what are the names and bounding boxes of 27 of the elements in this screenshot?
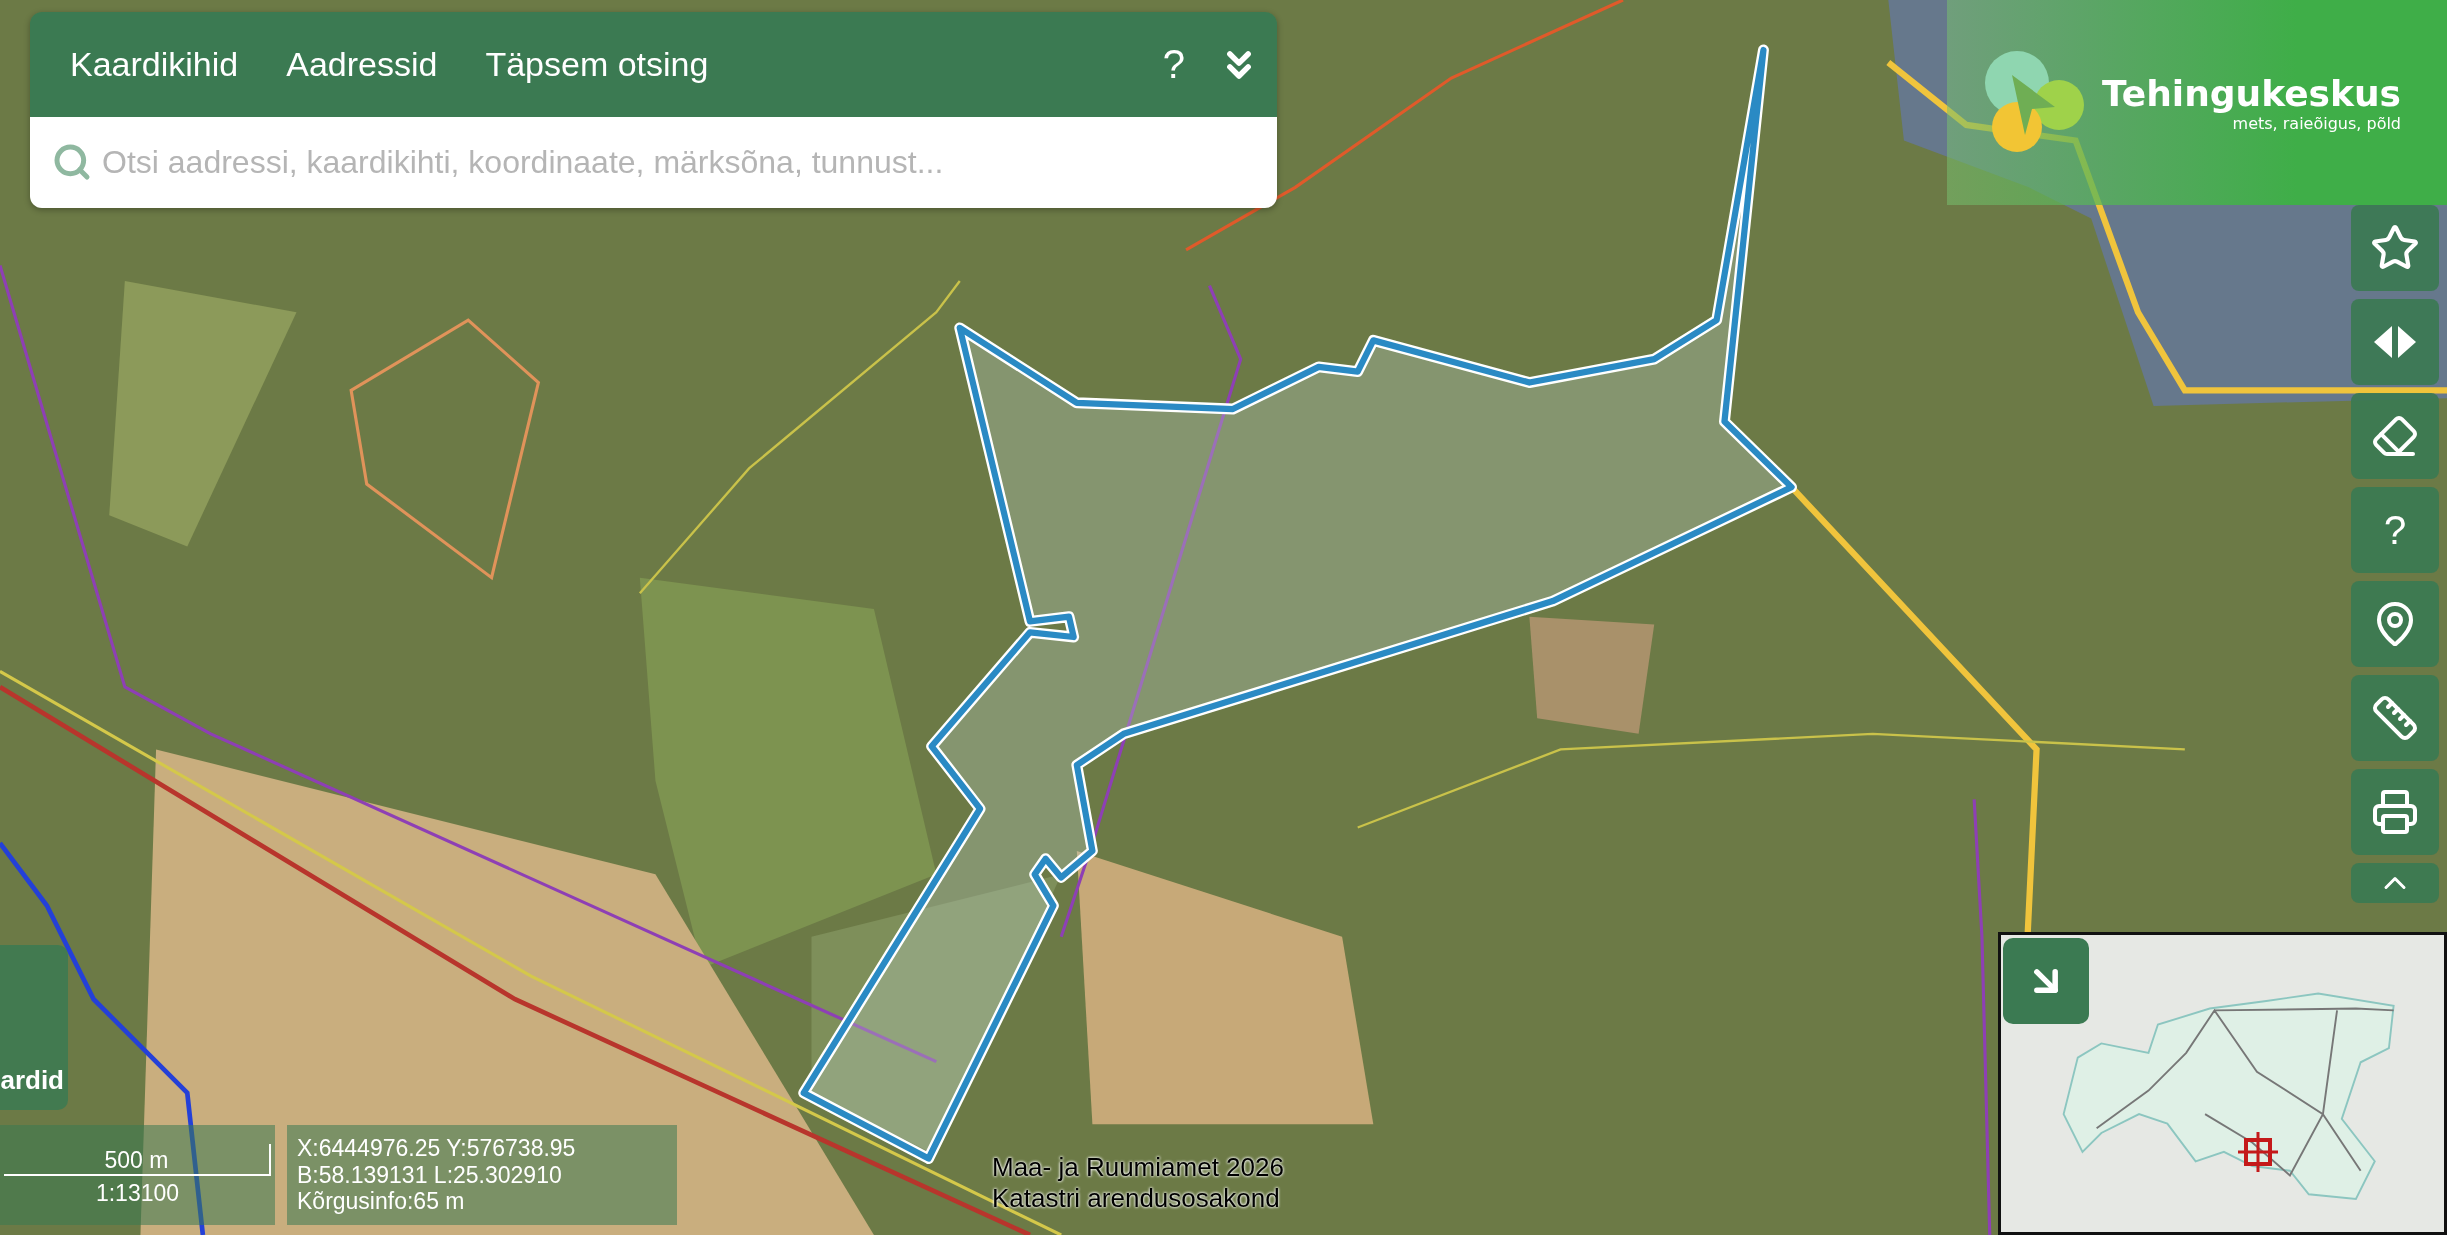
clear-button[interactable]	[2351, 393, 2439, 479]
location-marker-icon	[2238, 1132, 2278, 1172]
print-button[interactable]	[2351, 769, 2439, 855]
scale-ratio: 1:13100	[95, 1179, 180, 1207]
favorite-button[interactable]	[2351, 205, 2439, 291]
help-button[interactable]: ?	[1154, 38, 1193, 91]
side-tab[interactable]: ardid	[0, 945, 68, 1110]
menu-tab[interactable]: Kaardikihid	[56, 37, 253, 92]
logo-name: Tehingukeskus	[2102, 72, 2401, 114]
logo-tagline: mets, raieõigus, põld	[2232, 113, 2401, 133]
collapse-button[interactable]	[2351, 863, 2439, 903]
menu-tab[interactable]: Täpsem otsing	[471, 37, 723, 92]
scale-bar: 500 m	[4, 1143, 271, 1176]
attribution-text: Katastri arendusosakond	[992, 1183, 1281, 1215]
attribution-text: Maa- ja Ruumiamet 2026	[992, 1152, 1284, 1184]
measure-button[interactable]	[2351, 675, 2439, 761]
menu-tab[interactable]: Aadressid	[272, 37, 452, 92]
expand-map-button[interactable]	[2003, 938, 2089, 1024]
location-button[interactable]	[2351, 581, 2439, 667]
coordinate-text: Kõrgusinfo:65 m	[297, 1188, 466, 1215]
coordinate-text: B:58.139131 L:25.302910	[297, 1161, 563, 1189]
printer-icon	[2371, 788, 2419, 836]
compare-button[interactable]	[2351, 299, 2439, 385]
ruler-icon	[2371, 694, 2419, 742]
search-field[interactable]: Otsi aadressi, kaardikihti, koordinaate, märksõna, tunnust...	[30, 117, 1277, 208]
help-button[interactable]: ?	[2351, 487, 2439, 573]
coordinate-text: X:6444976.25 Y:576738.95	[297, 1135, 577, 1162]
